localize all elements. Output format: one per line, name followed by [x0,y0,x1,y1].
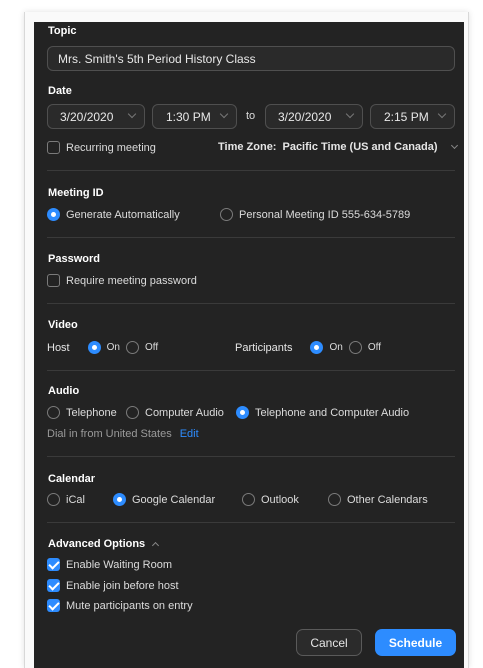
radio-personal[interactable] [220,208,233,221]
host-on-label: On [106,342,120,353]
audio-label: Audio [48,385,80,397]
chevron-down-icon [450,141,458,149]
waiting-room-checkbox[interactable] [47,558,60,571]
radio-computer-audio[interactable] [126,406,139,419]
chevron-down-icon [219,109,229,119]
start-time-value: 1:30 PM [166,109,211,124]
schedule-meeting-panel: Topic Mrs. Smith's 5th Period History Cl… [34,22,464,668]
end-time-select[interactable]: 2:15 PM [370,104,455,129]
require-password-option[interactable]: Require meeting password [47,274,197,287]
end-date-select[interactable]: 3/20/2020 [265,104,363,129]
start-date-select[interactable]: 3/20/2020 [47,104,145,129]
telephone-label: Telephone [66,406,117,419]
google-calendar-label: Google Calendar [132,493,216,506]
mute-on-entry-checkbox[interactable] [47,599,60,612]
radio-ical[interactable] [47,493,60,506]
chevron-down-icon [437,109,447,119]
schedule-button[interactable]: Schedule [375,629,456,656]
radio-telephone[interactable] [47,406,60,419]
telephone-and-computer-label: Telephone and Computer Audio [255,406,410,419]
meeting-id-label: Meeting ID [48,187,104,199]
start-date-value: 3/20/2020 [60,109,114,124]
calendar-google-option[interactable]: Google Calendar [113,493,215,506]
divider [47,522,455,523]
timezone-label: Time Zone: [218,141,277,153]
password-label: Password [48,253,100,265]
divider [47,370,455,371]
date-label: Date [48,85,72,97]
divider [47,456,455,457]
video-label: Video [48,319,78,331]
divider [47,237,455,238]
recurring-checkbox[interactable] [47,141,60,154]
host-label: Host [47,341,70,354]
advanced-options-toggle[interactable]: Advanced Options [48,538,160,550]
waiting-room-option[interactable]: Enable Waiting Room [47,558,172,571]
start-time-select[interactable]: 1:30 PM [152,104,237,129]
radio-outlook[interactable] [242,493,255,506]
participants-video-off-radio[interactable] [348,341,362,354]
dial-in-text: Dial in from United States [47,428,172,440]
mute-on-entry-option[interactable]: Mute participants on entry [47,599,193,612]
calendar-other-option[interactable]: Other Calendars [328,493,428,506]
other-calendars-label: Other Calendars [347,493,428,506]
cancel-button[interactable]: Cancel [296,629,362,656]
timezone-value: Pacific Time (US and Canada) [282,141,438,153]
meeting-id-generate-option[interactable]: Generate Automatically [47,208,180,221]
audio-both-option[interactable]: Telephone and Computer Audio [236,406,409,419]
to-label: to [246,110,256,122]
audio-telephone-option[interactable]: Telephone [47,406,117,419]
radio-telephone-and-computer[interactable] [236,406,249,419]
dial-in-row: Dial in from United States Edit [47,428,199,440]
video-participants-group: Participants On Off [235,341,381,354]
mute-on-entry-label: Mute participants on entry [66,599,193,612]
join-before-host-checkbox[interactable] [47,579,60,592]
dial-in-edit-link[interactable]: Edit [180,428,199,440]
calendar-outlook-option[interactable]: Outlook [242,493,299,506]
advanced-options-label: Advanced Options [48,538,146,550]
join-before-host-label: Enable join before host [66,579,179,592]
calendar-ical-option[interactable]: iCal [47,493,85,506]
audio-computer-option[interactable]: Computer Audio [126,406,224,419]
timezone-select[interactable]: Time Zone: Pacific Time (US and Canada) [218,141,458,153]
computer-audio-label: Computer Audio [145,406,224,419]
divider [47,170,455,171]
host-off-label: Off [144,342,159,353]
host-video-on-radio[interactable] [87,341,101,354]
chevron-up-icon [152,541,160,549]
require-password-label: Require meeting password [66,274,197,287]
end-time-value: 2:15 PM [384,109,429,124]
participants-on-label: On [329,342,343,353]
video-host-group: Host On Off [47,341,158,354]
topic-label: Topic [48,25,77,37]
host-video-off-radio[interactable] [125,341,139,354]
radio-google-calendar[interactable] [113,493,126,506]
topic-input[interactable]: Mrs. Smith's 5th Period History Class [47,46,455,71]
outlook-label: Outlook [261,493,299,506]
topic-value: Mrs. Smith's 5th Period History Class [58,51,256,66]
participants-off-label: Off [367,342,381,353]
meeting-id-personal-option[interactable]: Personal Meeting ID 555-634-5789 [220,208,410,221]
calendar-label: Calendar [48,473,96,485]
waiting-room-label: Enable Waiting Room [66,558,172,571]
require-password-checkbox[interactable] [47,274,60,287]
participants-video-on-radio[interactable] [310,341,324,354]
chevron-down-icon [127,109,137,119]
radio-other-calendars[interactable] [328,493,341,506]
personal-id-label: Personal Meeting ID 555-634-5789 [239,208,411,221]
recurring-meeting-option[interactable]: Recurring meeting [47,141,156,154]
end-date-value: 3/20/2020 [278,109,332,124]
recurring-label: Recurring meeting [66,141,156,154]
join-before-host-option[interactable]: Enable join before host [47,579,179,592]
divider [47,303,455,304]
radio-generate[interactable] [47,208,60,221]
participants-label: Participants [235,341,293,354]
chevron-down-icon [345,109,355,119]
generate-label: Generate Automatically [66,208,180,221]
ical-label: iCal [66,493,85,506]
